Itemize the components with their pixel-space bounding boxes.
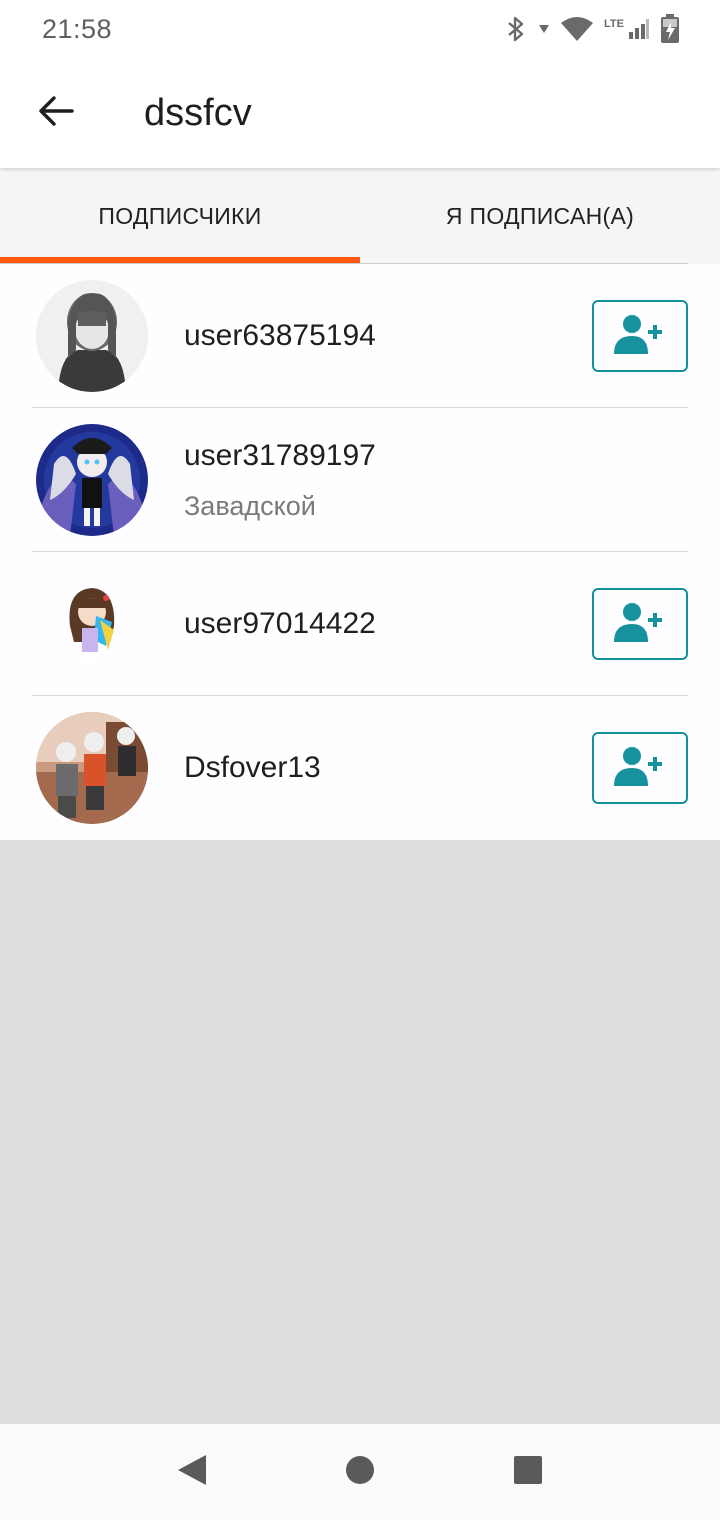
network-type-label: LTE	[604, 18, 624, 30]
tab-following[interactable]: Я ПОДПИСАН(А)	[360, 168, 720, 264]
user-text: user31789197 Завадской	[184, 408, 376, 552]
add-friend-button[interactable]	[592, 732, 688, 804]
data-arrow-icon	[538, 24, 550, 34]
add-user-icon	[614, 600, 666, 649]
system-nav-bar	[0, 1424, 720, 1520]
add-friend-button[interactable]	[592, 588, 688, 660]
avatar	[36, 568, 148, 680]
user-text: Dsfover13	[184, 696, 321, 840]
status-time: 21:58	[42, 13, 113, 44]
cell-signal-icon	[628, 18, 650, 40]
wifi-icon	[560, 16, 594, 42]
nav-back-icon	[176, 1453, 208, 1492]
avatar	[36, 424, 148, 536]
status-icons: LTE	[504, 14, 680, 44]
screen: 21:58 LTE dssfcv ПОДПИСЧИКИ Я ПОДПИСАН(А…	[0, 0, 720, 1520]
nav-home-button[interactable]	[276, 1424, 444, 1520]
user-text: user97014422	[184, 552, 376, 696]
user-subtitle: Завадской	[184, 490, 316, 521]
battery-charging-icon	[660, 14, 680, 44]
back-button[interactable]	[0, 58, 112, 168]
user-text: user63875194	[184, 264, 376, 408]
bluetooth-icon	[504, 15, 528, 43]
avatar	[36, 712, 148, 824]
list-item[interactable]: user97014422	[0, 552, 720, 696]
avatar	[36, 280, 148, 392]
add-user-icon	[614, 744, 666, 793]
username: Dsfover13	[184, 751, 321, 784]
add-friend-button[interactable]	[592, 300, 688, 372]
tab-bar: ПОДПИСЧИКИ Я ПОДПИСАН(А)	[0, 168, 720, 264]
page-title: dssfcv	[144, 91, 252, 134]
list-item[interactable]: Dsfover13	[0, 696, 720, 840]
username: user63875194	[184, 319, 376, 352]
followers-list: user63875194 user31789197 Завадской user…	[0, 264, 720, 840]
username: user31789197	[184, 438, 376, 472]
status-bar: 21:58 LTE	[0, 0, 720, 58]
list-item[interactable]: user63875194	[0, 264, 720, 408]
arrow-back-icon	[38, 95, 74, 132]
nav-recents-button[interactable]	[444, 1424, 612, 1520]
list-item[interactable]: user31789197 Завадской	[0, 408, 720, 552]
tab-followers[interactable]: ПОДПИСЧИКИ	[0, 168, 360, 264]
app-bar: dssfcv	[0, 58, 720, 168]
nav-home-icon	[345, 1455, 375, 1490]
nav-recents-icon	[513, 1455, 543, 1490]
empty-area	[0, 840, 720, 1424]
add-user-icon	[614, 312, 666, 361]
nav-back-button[interactable]	[108, 1424, 276, 1520]
username: user97014422	[184, 607, 376, 640]
